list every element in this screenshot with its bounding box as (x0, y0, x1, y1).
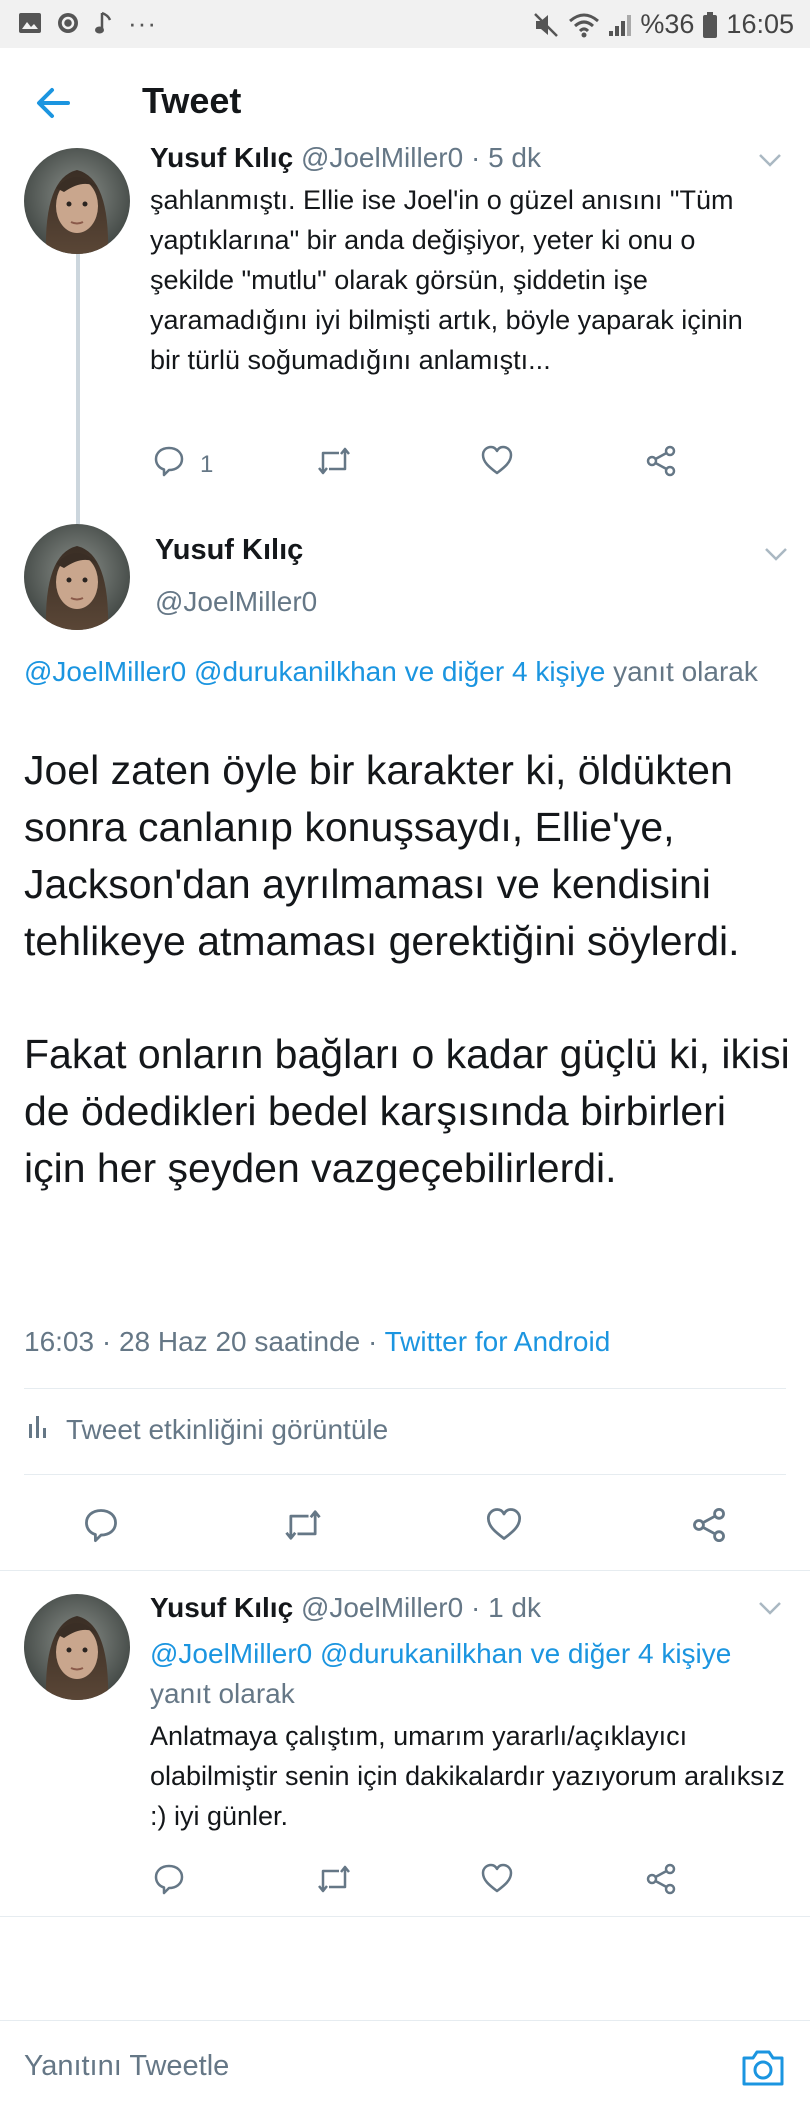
tweet-header: Yusuf Kılıç @JoelMiller0 · 1 dk (150, 1592, 541, 1624)
tweet-text: şahlanmıştı. Ellie ise Joel'in o güzel a… (150, 185, 743, 375)
back-arrow-icon[interactable] (30, 78, 80, 128)
like-button[interactable] (480, 444, 514, 483)
tweet-header: Yusuf Kılıç @JoelMiller0 · 5 dk (150, 142, 541, 174)
view-tweet-activity-label: Tweet etkinliğini görüntüle (66, 1413, 389, 1445)
music-note-icon (94, 10, 114, 36)
reply-icon (82, 1506, 120, 1551)
avatar[interactable] (24, 148, 130, 254)
chevron-down-icon[interactable] (757, 152, 783, 168)
author-handle[interactable]: @JoelMiller0 (301, 142, 463, 173)
camera-icon[interactable] (740, 2048, 786, 2093)
divider (0, 2020, 810, 2021)
retweet-button[interactable] (282, 1506, 324, 1551)
tweet-timestamp: 16:03 · 28 Haz 20 saatinde · (24, 1326, 378, 1357)
tweet-time: · 5 dk (470, 142, 541, 173)
battery-icon (702, 11, 718, 39)
reply-button[interactable]: 1 (152, 444, 213, 485)
gallery-icon (18, 12, 42, 34)
divider (0, 1916, 810, 1917)
divider (24, 1388, 786, 1389)
reply-context-suffix: yanıt olarak (150, 1678, 295, 1709)
reply-button[interactable] (152, 1862, 186, 1903)
share-button[interactable] (690, 1506, 728, 1551)
tweet-text: Anlatmaya çalıştım, umarım yararlı/açıkl… (150, 1721, 785, 1831)
tweet-time: · 1 dk (470, 1592, 541, 1623)
heart-icon (480, 1862, 514, 1901)
wifi-icon (568, 12, 600, 38)
retweet-icon (315, 444, 353, 485)
reply-context-suffix: yanıt olarak (605, 656, 758, 687)
author-handle[interactable]: @JoelMiller0 (301, 1592, 463, 1623)
sync-icon (56, 11, 80, 35)
like-button[interactable] (480, 1862, 514, 1901)
reply-mentions[interactable]: @JoelMiller0 @durukanilkhan ve diğer 4 k… (150, 1638, 731, 1669)
chevron-down-icon[interactable] (757, 1600, 783, 1616)
retweet-icon (315, 1862, 353, 1903)
more-notifications-dots: ··· (128, 8, 157, 38)
divider (24, 1474, 786, 1475)
share-icon (644, 444, 678, 485)
clock-time: 16:05 (726, 9, 794, 39)
retweet-icon (282, 1506, 324, 1551)
reply-mentions[interactable]: @JoelMiller0 @durukanilkhan ve diğer 4 k… (24, 656, 605, 687)
reply-icon (152, 1862, 186, 1903)
share-button[interactable] (644, 1862, 678, 1903)
page-title: Tweet (142, 80, 242, 121)
reply-context: @JoelMiller0 @durukanilkhan ve diğer 4 k… (24, 652, 784, 692)
top-app-bar: Tweet (0, 48, 810, 156)
share-icon (644, 1862, 678, 1903)
tweet-meta: 16:03 · 28 Haz 20 saatinde · Twitter for… (24, 1326, 610, 1358)
avatar[interactable] (24, 524, 130, 630)
thread-connector-line (76, 254, 80, 524)
avatar[interactable] (24, 1594, 130, 1700)
tweet-text: Joel zaten öyle bir karakter ki, öldükte… (24, 742, 794, 1197)
chevron-down-icon[interactable] (763, 546, 789, 562)
author-handle[interactable]: @JoelMiller0 (155, 586, 317, 618)
heart-icon (480, 444, 514, 483)
battery-percent: %36 (640, 9, 695, 39)
status-bar: ··· %36 16:05 (0, 0, 810, 48)
author-name[interactable]: Yusuf Kılıç (155, 534, 303, 567)
heart-icon (485, 1506, 523, 1549)
analytics-icon (28, 1412, 48, 1447)
author-name[interactable]: Yusuf Kılıç (150, 1592, 293, 1623)
divider (0, 1570, 810, 1571)
like-button[interactable] (485, 1506, 523, 1549)
tweet-paragraph: Joel zaten öyle bir karakter ki, öldükte… (24, 747, 740, 964)
view-tweet-activity-link[interactable]: Tweet etkinliğini görüntüle (28, 1412, 388, 1447)
retweet-button[interactable] (315, 1862, 353, 1903)
reply-button[interactable] (82, 1506, 120, 1551)
share-button[interactable] (644, 444, 678, 485)
reply-count: 1 (200, 450, 214, 478)
reply-icon (152, 444, 186, 485)
author-name[interactable]: Yusuf Kılıç (150, 142, 293, 173)
share-icon (690, 1506, 728, 1551)
tweet-paragraph: Fakat onların bağları o kadar güçlü ki, … (24, 1031, 790, 1191)
signal-icon (608, 13, 632, 37)
mute-icon (532, 11, 560, 39)
reply-compose-input[interactable]: Yanıtını Tweetle (24, 2050, 229, 2083)
retweet-button[interactable] (315, 444, 353, 485)
reply-context: @JoelMiller0 @durukanilkhan ve diğer 4 k… (150, 1634, 780, 1714)
tweet-source-link[interactable]: Twitter for Android (385, 1326, 611, 1357)
